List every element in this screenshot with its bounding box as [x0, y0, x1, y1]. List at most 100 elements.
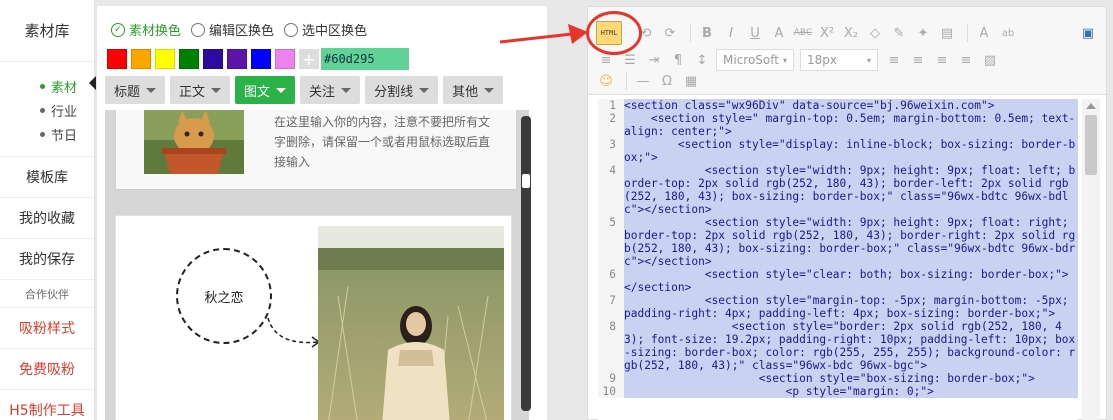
card-placeholder-text: 在这里输入你的内容，注意不要把所有文字删除，请保留一个或者用鼠标选取后直接输入 — [274, 115, 491, 169]
line-number: 3 — [598, 138, 624, 164]
toolbar-divider — [967, 24, 968, 42]
magic-wand-icon[interactable]: ✦ — [913, 23, 933, 43]
code-text: <section style="width: 9px; height: 9px;… — [624, 164, 1078, 216]
material-list: 在这里输入你的内容，注意不要把所有文字删除，请保留一个或者用鼠标选取后直接输入 … — [105, 110, 529, 420]
circle-title: 秋之恋 — [176, 248, 272, 344]
chevron-down-icon: ▾ — [866, 55, 871, 65]
chevron-down-icon — [276, 87, 287, 93]
html-code-area[interactable]: 1 <section class="wx96Div" data-source="b… — [598, 99, 1078, 420]
nav-item-templates[interactable]: 模板库 — [0, 157, 94, 198]
line-number: 5 — [598, 216, 624, 268]
add-color-button[interactable]: + — [299, 49, 319, 69]
code-line: 7 <section style="margin-top: -5px; marg… — [598, 294, 1078, 320]
radio-material-color[interactable]: ✓ 素材换色 — [111, 20, 181, 39]
nav-sub-list: 素材 行业 节日 — [0, 62, 94, 157]
nav-item-free-fans[interactable]: 免费吸粉 — [0, 349, 94, 390]
line-number: 2 — [598, 112, 624, 138]
bullet-icon — [40, 131, 45, 137]
omega-icon[interactable]: Ω — [657, 71, 677, 91]
table-icon[interactable]: ▦ — [681, 71, 701, 91]
nav-sub-item-holiday[interactable]: 节日 — [40, 122, 94, 146]
code-text: <section style=" margin-top: 0.5em; marg… — [624, 112, 1078, 138]
code-line: 8 <section style="border: 2px solid rgb(… — [598, 320, 1078, 372]
font-size-select[interactable]: 18px ▾ — [800, 49, 878, 71]
line-height-icon[interactable]: ↕ — [692, 50, 712, 70]
superscript-icon[interactable]: X² — [817, 23, 837, 43]
preview-icon[interactable]: ▣ — [1078, 23, 1098, 43]
subscript-icon[interactable]: X₂ — [841, 23, 861, 43]
chevron-down-icon — [211, 87, 222, 93]
scrollbar[interactable] — [521, 116, 531, 411]
radio-editor-color[interactable]: 编辑区换色 — [191, 20, 274, 39]
tab-image-text[interactable]: 图文 — [235, 76, 296, 104]
radio-selection-color[interactable]: 选中区换色 — [284, 20, 367, 39]
code-line: 6 <section style="clear: both; box-sizin… — [598, 268, 1078, 294]
scroll-thumb[interactable] — [1085, 115, 1097, 175]
align-justify-icon[interactable]: ≡ — [956, 50, 976, 70]
align-right-icon[interactable]: ≡ — [932, 50, 952, 70]
font-color-icon[interactable]: A — [974, 23, 994, 43]
swatch-red[interactable] — [107, 49, 127, 69]
color-mode-radios: ✓ 素材换色 编辑区换色 选中区换色 — [111, 20, 377, 39]
left-nav: 素材库 素材 行业 节日 模板库 我的收藏 我的保存 合作伙伴 吸粉样式 免费吸… — [0, 0, 95, 420]
tab-label: 标题 — [114, 84, 141, 100]
font-family-select[interactable]: MicroSoft ▾ — [716, 49, 794, 71]
underline-icon[interactable]: U — [745, 23, 765, 43]
tab-title[interactable]: 标题 — [105, 76, 166, 104]
nav-material-library[interactable]: 素材库 — [0, 0, 94, 62]
code-text: <section style="margin-top: -5px; margin… — [624, 294, 1078, 320]
indent-icon[interactable]: ⇥ — [644, 50, 664, 70]
redo-icon[interactable]: ⟳ — [660, 23, 680, 43]
line-number: 8 — [598, 320, 624, 372]
hex-color-input[interactable]: #60d295 — [321, 48, 409, 70]
swatch-purple[interactable] — [227, 49, 247, 69]
highlight-icon[interactable]: ab — [998, 23, 1018, 43]
swatch-orange[interactable] — [131, 49, 151, 69]
code-scrollbar[interactable] — [1082, 99, 1100, 420]
nav-item-saved[interactable]: 我的保存 — [0, 239, 94, 280]
emoji-icon[interactable]: ☺ — [596, 71, 616, 91]
nav-item-h5-tool[interactable]: H5制作工具 — [0, 390, 94, 420]
code-line: 4 <section style="width: 9px; height: 9p… — [598, 164, 1078, 216]
tab-label: 其他 — [452, 84, 479, 100]
tab-follow[interactable]: 关注 — [300, 76, 361, 104]
align-left-icon[interactable]: ≡ — [884, 50, 904, 70]
tab-body[interactable]: 正文 — [170, 76, 231, 104]
scroll-up-icon[interactable] — [1086, 103, 1096, 109]
material-card[interactable]: 秋之恋 — [115, 215, 512, 420]
swatch-green[interactable] — [179, 49, 199, 69]
material-tabs: 标题 正文 图文 关注 分割线 其他 — [105, 76, 508, 104]
nav-item-favorites[interactable]: 我的收藏 — [0, 198, 94, 239]
tab-label: 关注 — [309, 84, 336, 100]
swatch-blue[interactable] — [251, 49, 271, 69]
material-panel: ✓ 素材换色 编辑区换色 选中区换色 + #60d295 标题 正文 图文 关注 … — [97, 6, 547, 420]
line-number: 10 — [598, 385, 624, 398]
line-number: 4 — [598, 164, 624, 216]
paragraph-icon[interactable]: ¶ — [668, 50, 688, 70]
eraser-icon[interactable]: ◇ — [865, 23, 885, 43]
material-card[interactable]: 在这里输入你的内容，注意不要把所有文字删除，请保留一个或者用鼠标选取后直接输入 — [115, 110, 517, 190]
border-text-icon[interactable]: A — [769, 23, 789, 43]
image-icon[interactable]: ▨ — [980, 50, 1000, 70]
align-center-icon[interactable]: ≡ — [908, 50, 928, 70]
tab-other[interactable]: 其他 — [443, 76, 504, 104]
scroll-thumb[interactable] — [522, 174, 530, 188]
format-brush-icon[interactable]: ✎ — [889, 23, 909, 43]
tab-divider[interactable]: 分割线 — [365, 76, 439, 104]
paste-icon[interactable]: ▤ — [937, 23, 957, 43]
nav-item-fan-styles[interactable]: 吸粉样式 — [0, 308, 94, 349]
swatch-violet[interactable] — [275, 49, 295, 69]
chevron-down-icon — [419, 87, 430, 93]
bold-icon[interactable]: B — [697, 23, 717, 43]
horizontal-rule-icon[interactable]: — — [633, 71, 653, 91]
swatch-yellow[interactable] — [155, 49, 175, 69]
italic-icon[interactable]: I — [721, 23, 741, 43]
strikethrough-icon[interactable]: ABC — [793, 23, 813, 43]
nav-sub-item-material[interactable]: 素材 — [40, 74, 94, 98]
nav-sub-item-industry[interactable]: 行业 — [40, 98, 94, 122]
swatch-indigo[interactable] — [203, 49, 223, 69]
code-line: 10 <p style="margin: 0;"> — [598, 385, 1078, 398]
toolbar-row-2: ≡ ☰ ⇥ ¶ ↕ MicroSoft ▾ 18px ▾ ≡ ≡ ≡ ≡ ▨ — [596, 49, 1004, 71]
curved-arrow-icon — [267, 317, 321, 348]
chevron-down-icon — [341, 87, 352, 93]
